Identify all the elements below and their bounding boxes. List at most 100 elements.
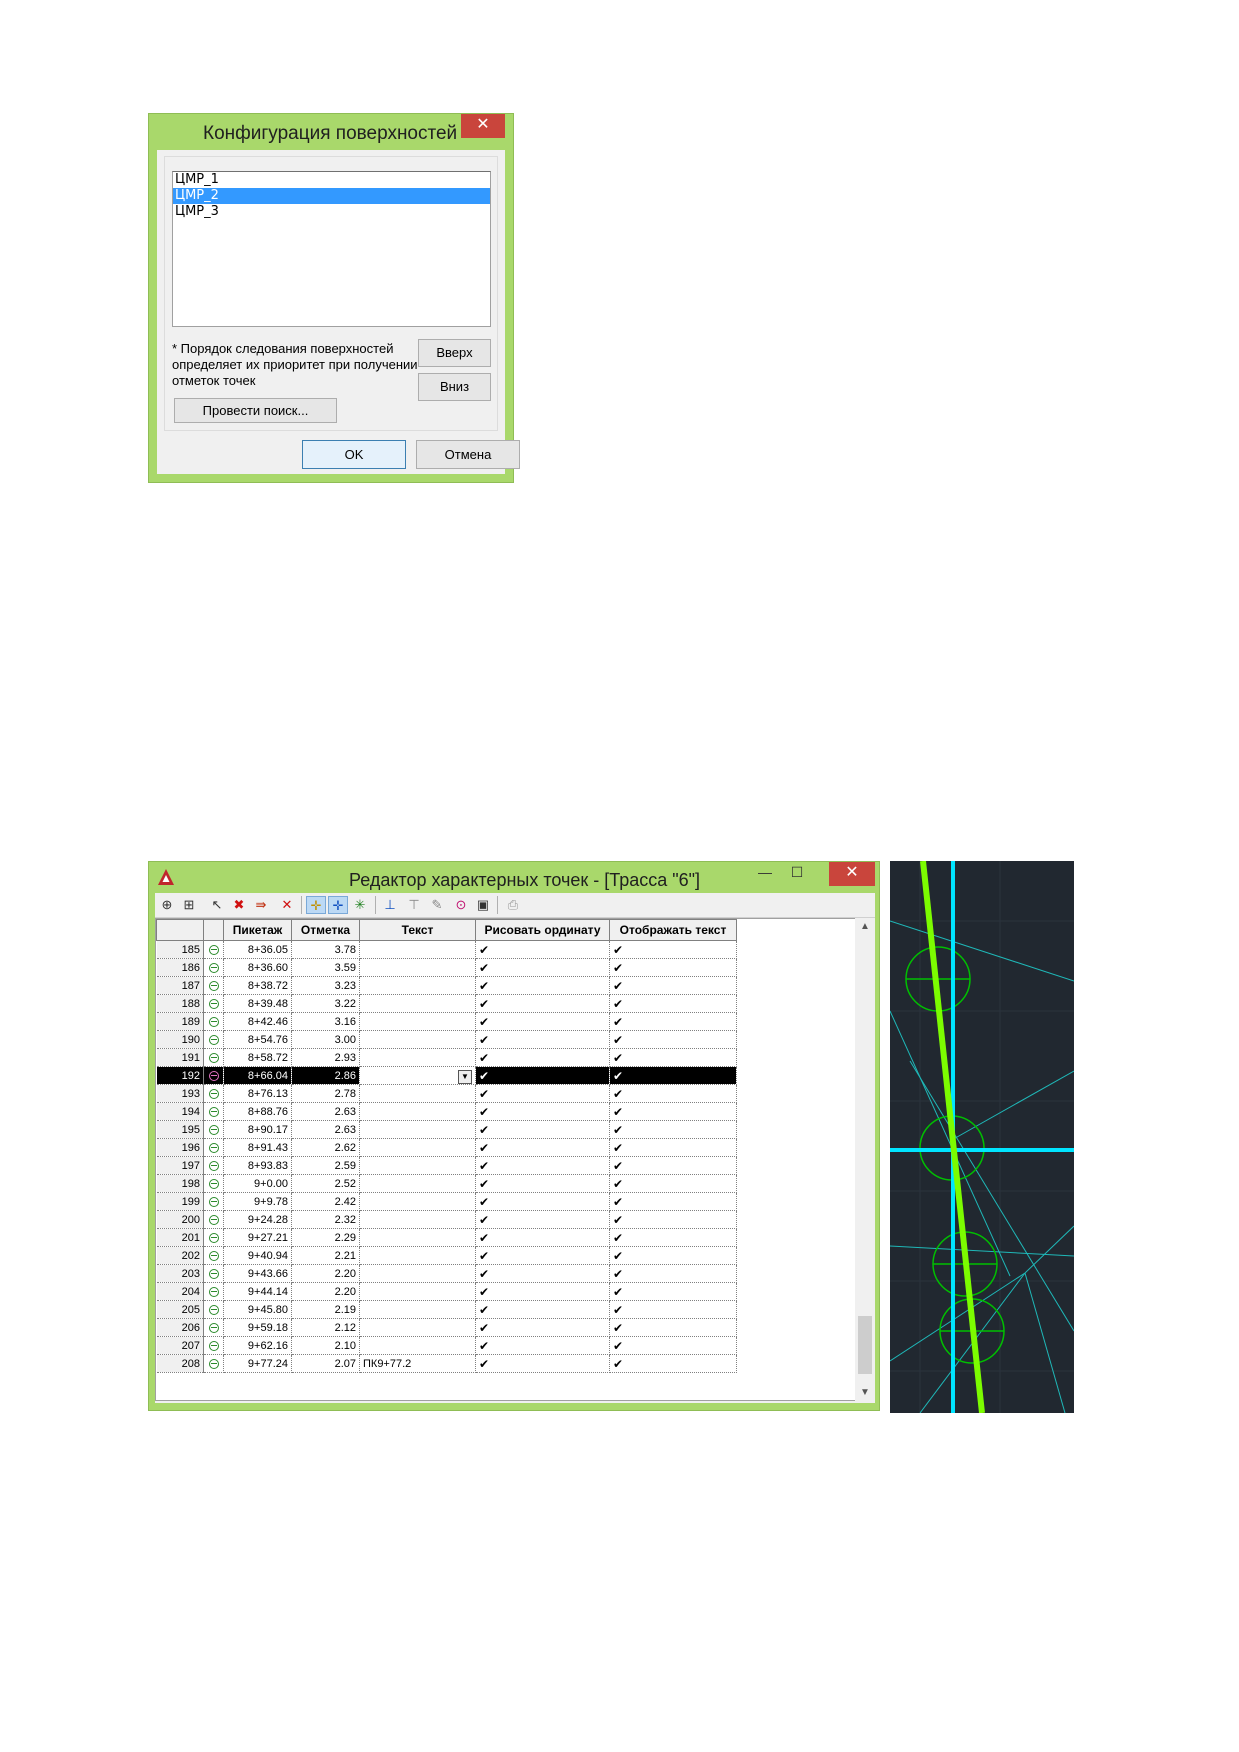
station-cell[interactable]: 9+77.24	[223, 1354, 292, 1373]
text-cell[interactable]	[359, 1228, 476, 1247]
elevation-cell[interactable]: 2.93	[291, 1048, 360, 1067]
draw-ordinate-check[interactable]: ✔	[475, 1246, 610, 1265]
show-text-check[interactable]: ✔	[609, 1210, 737, 1229]
station-cell[interactable]: 9+9.78	[223, 1192, 292, 1211]
minimize-button[interactable]: —	[751, 864, 779, 884]
draw-ordinate-check[interactable]: ✔	[475, 1336, 610, 1355]
cancel-button[interactable]: Отмена	[416, 440, 520, 469]
table-row[interactable]: 196 8+91.43 2.62 ✔ ✔	[156, 1138, 737, 1157]
elevation-cell[interactable]: 2.59	[291, 1156, 360, 1175]
draw-ordinate-check[interactable]: ✔	[475, 1192, 610, 1211]
elevation-cell[interactable]: 2.86	[291, 1066, 360, 1085]
export-icon[interactable]: ▣	[473, 896, 493, 914]
ordinate-icon[interactable]: ⊥	[380, 896, 400, 914]
station-cell[interactable]: 9+0.00	[223, 1174, 292, 1193]
table-row[interactable]: 203 9+43.66 2.20 ✔ ✔	[156, 1264, 737, 1283]
station-cell[interactable]: 8+90.17	[223, 1120, 292, 1139]
table-row[interactable]: 200 9+24.28 2.32 ✔ ✔	[156, 1210, 737, 1229]
station-cell[interactable]: 8+36.05	[223, 940, 292, 959]
draw-ordinate-check[interactable]: ✔	[475, 976, 610, 995]
table-row[interactable]: 199 9+9.78 2.42 ✔ ✔	[156, 1192, 737, 1211]
draw-ordinate-check[interactable]: ✔	[475, 940, 610, 959]
table-row[interactable]: 190 8+54.76 3.00 ✔ ✔	[156, 1030, 737, 1049]
elevation-cell[interactable]: 2.19	[291, 1300, 360, 1319]
elevation-cell[interactable]: 2.20	[291, 1264, 360, 1283]
show-text-check[interactable]: ✔	[609, 1174, 737, 1193]
station-cell[interactable]: 8+42.46	[223, 1012, 292, 1031]
remove-point-icon[interactable]: ✕	[277, 896, 297, 914]
station-cell[interactable]: 9+27.21	[223, 1228, 292, 1247]
move-down-button[interactable]: Вниз	[418, 373, 491, 401]
draw-ordinate-check[interactable]: ✔	[475, 1084, 610, 1103]
table-row[interactable]: 197 8+93.83 2.59 ✔ ✔	[156, 1156, 737, 1175]
snap-point-icon[interactable]: ✛	[306, 896, 326, 914]
show-text-check[interactable]: ✔	[609, 1120, 737, 1139]
text-cell[interactable]	[359, 1210, 476, 1229]
text-cell[interactable]	[359, 1264, 476, 1283]
show-text-check[interactable]: ✔	[609, 1246, 737, 1265]
table-row[interactable]: 204 9+44.14 2.20 ✔ ✔	[156, 1282, 737, 1301]
table-row[interactable]: 185 8+36.05 3.78 ✔ ✔	[156, 940, 737, 959]
elevation-cell[interactable]: 2.07	[291, 1354, 360, 1373]
station-cell[interactable]: 8+76.13	[223, 1084, 292, 1103]
text-cell[interactable]	[359, 1192, 476, 1211]
elevation-cell[interactable]: 2.63	[291, 1102, 360, 1121]
show-text-check[interactable]: ✔	[609, 1282, 737, 1301]
column-header-draw-ordinate[interactable]: Рисовать ординату	[475, 919, 610, 941]
surface-item[interactable]: ЦМР_1	[173, 172, 490, 188]
table-row[interactable]: 192 8+66.04 2.86 ▼ ✔ ✔	[156, 1066, 737, 1085]
elevation-cell[interactable]: 2.20	[291, 1282, 360, 1301]
draw-ordinate-check[interactable]: ✔	[475, 1156, 610, 1175]
station-cell[interactable]: 8+58.72	[223, 1048, 292, 1067]
station-cell[interactable]: 9+59.18	[223, 1318, 292, 1337]
text-cell[interactable]	[359, 1156, 476, 1175]
ordinate-up-icon[interactable]: ⊤	[404, 896, 424, 914]
text-cell[interactable]: ПК9+77.2	[359, 1354, 476, 1373]
elevation-cell[interactable]: 2.63	[291, 1120, 360, 1139]
add-point-icon[interactable]: ⊕	[157, 896, 177, 914]
move-point-icon[interactable]: ⇛	[251, 896, 271, 914]
table-row[interactable]: 201 9+27.21 2.29 ✔ ✔	[156, 1228, 737, 1247]
draw-ordinate-check[interactable]: ✔	[475, 958, 610, 977]
draw-ordinate-check[interactable]: ✔	[475, 1048, 610, 1067]
show-text-check[interactable]: ✔	[609, 1030, 737, 1049]
column-header-text[interactable]: Текст	[359, 919, 476, 941]
draw-ordinate-check[interactable]: ✔	[475, 1174, 610, 1193]
cad-viewport[interactable]	[890, 861, 1074, 1413]
show-text-check[interactable]: ✔	[609, 940, 737, 959]
show-text-check[interactable]: ✔	[609, 1264, 737, 1283]
snap-intersection-icon[interactable]: ✳	[350, 896, 370, 914]
show-text-check[interactable]: ✔	[609, 976, 737, 995]
elevation-cell[interactable]: 2.12	[291, 1318, 360, 1337]
table-row[interactable]: 194 8+88.76 2.63 ✔ ✔	[156, 1102, 737, 1121]
scroll-up-icon[interactable]: ▲	[855, 918, 875, 935]
elevation-cell[interactable]: 2.52	[291, 1174, 360, 1193]
station-cell[interactable]: 9+43.66	[223, 1264, 292, 1283]
maximize-button[interactable]: ☐	[783, 864, 811, 884]
close-button[interactable]: ✕	[461, 114, 505, 138]
show-text-check[interactable]: ✔	[609, 1012, 737, 1031]
elevation-cell[interactable]: 2.62	[291, 1138, 360, 1157]
elevation-cell[interactable]: 3.22	[291, 994, 360, 1013]
station-cell[interactable]: 8+54.76	[223, 1030, 292, 1049]
station-cell[interactable]: 8+93.83	[223, 1156, 292, 1175]
draw-ordinate-check[interactable]: ✔	[475, 1030, 610, 1049]
show-text-check[interactable]: ✔	[609, 1066, 737, 1085]
show-text-check[interactable]: ✔	[609, 1354, 737, 1373]
move-up-button[interactable]: Вверх	[418, 339, 491, 367]
table-row[interactable]: 187 8+38.72 3.23 ✔ ✔	[156, 976, 737, 995]
dialog-title-bar[interactable]: Конфигурация поверхностей ✕	[149, 114, 513, 150]
text-cell[interactable]	[359, 1138, 476, 1157]
elevation-cell[interactable]: 3.78	[291, 940, 360, 959]
show-text-check[interactable]: ✔	[609, 1300, 737, 1319]
show-text-check[interactable]: ✔	[609, 1228, 737, 1247]
elevation-cell[interactable]: 3.16	[291, 1012, 360, 1031]
text-cell[interactable]	[359, 1084, 476, 1103]
show-text-check[interactable]: ✔	[609, 1048, 737, 1067]
station-cell[interactable]: 8+36.60	[223, 958, 292, 977]
points-grid[interactable]: Пикетаж Отметка Текст Рисовать ординату …	[155, 918, 864, 1401]
text-cell[interactable]	[359, 1300, 476, 1319]
surface-item[interactable]: ЦМР_2	[173, 188, 490, 204]
close-button[interactable]: ✕	[829, 862, 875, 886]
station-cell[interactable]: 9+45.80	[223, 1300, 292, 1319]
